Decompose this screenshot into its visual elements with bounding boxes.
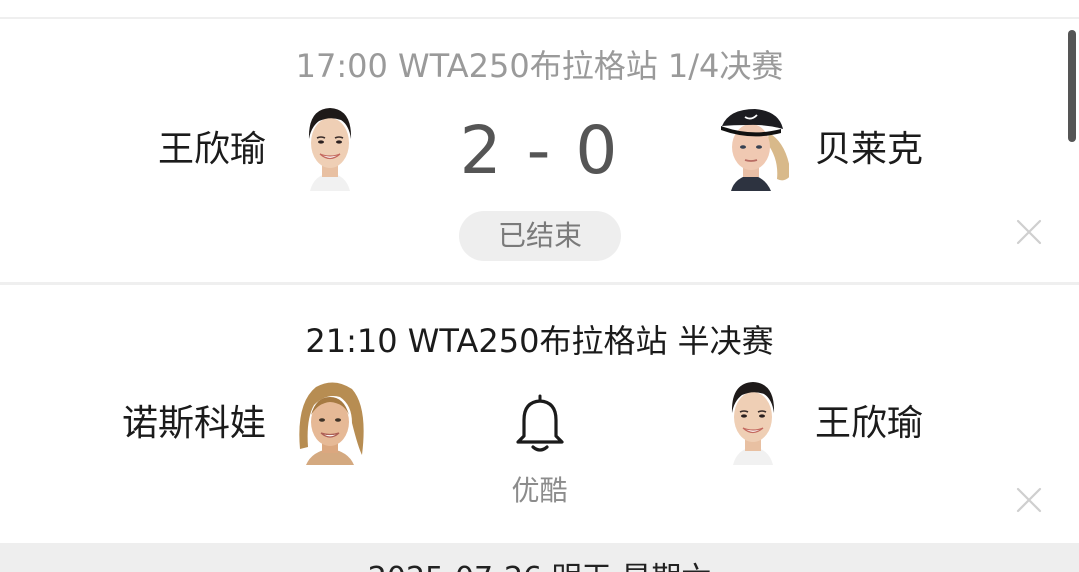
right-player-avatar[interactable]: [717, 377, 789, 467]
match-card-2[interactable]: 21:10 WTA250布拉格站 半决赛 诺斯科娃 优酷 王欣瑜: [0, 285, 1079, 543]
left-player-name[interactable]: 诺斯科娃: [122, 402, 266, 446]
date-section-header: 2025-07-26 明天 星期六: [0, 543, 1079, 572]
match-header: 17:00 WTA250布拉格站 1/4决赛: [295, 47, 784, 85]
broadcaster-label[interactable]: 优酷: [0, 473, 1079, 509]
left-player-avatar[interactable]: [294, 377, 366, 467]
match-header: 21:10 WTA250布拉格站 半决赛: [305, 322, 774, 360]
right-player-name[interactable]: 贝莱克: [815, 128, 923, 172]
close-icon[interactable]: [1014, 217, 1044, 247]
right-player-name[interactable]: 王欣瑜: [815, 402, 923, 446]
right-player-avatar[interactable]: [717, 103, 789, 193]
match-card-1[interactable]: 17:00 WTA250布拉格站 1/4决赛 王欣瑜 2 - 0 贝莱克 已结束: [0, 19, 1079, 282]
match-schedule-screen: 17:00 WTA250布拉格站 1/4决赛 王欣瑜 2 - 0 贝莱克 已结束…: [0, 0, 1079, 572]
bell-icon[interactable]: [510, 390, 570, 454]
date-section-label: 2025-07-26 明天 星期六: [0, 561, 1079, 572]
scrollbar-thumb[interactable]: [1068, 30, 1076, 142]
close-icon[interactable]: [1014, 485, 1044, 515]
match-status-badge: 已结束: [459, 211, 621, 261]
